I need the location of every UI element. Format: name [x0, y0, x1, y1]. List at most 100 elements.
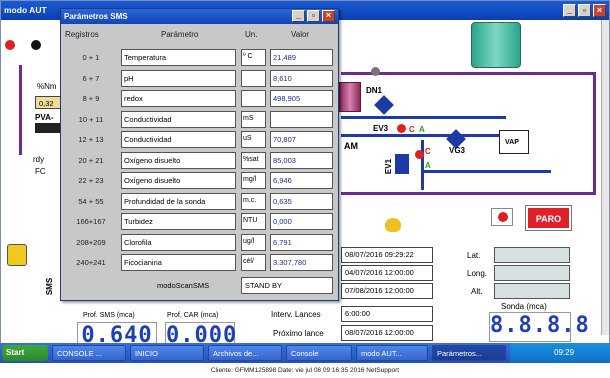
- row-registro: 166+167: [76, 217, 106, 226]
- pct-label: %Nm: [37, 82, 57, 91]
- tank-icon: [471, 22, 521, 68]
- paro-button[interactable]: PARO: [525, 205, 572, 231]
- ev3-led: [397, 124, 406, 133]
- row-value: 0,000: [270, 213, 333, 230]
- dialog-minimize-button[interactable]: _: [292, 10, 305, 22]
- parametros-sms-dialog: Parámetros SMS _ ▫ × Registros Parámetro…: [60, 8, 339, 301]
- long-label: Long.: [467, 269, 488, 278]
- row-unit: %sat: [241, 151, 266, 169]
- pipe-blue-4: [421, 170, 551, 173]
- lock-icon[interactable]: [7, 244, 27, 266]
- row-parametro: Conductividad: [121, 110, 236, 128]
- header-un: Un.: [245, 30, 258, 39]
- proximo-field: 08/07/2016 12:00:00: [341, 325, 433, 341]
- task-parametros[interactable]: Parámetros...: [432, 345, 506, 361]
- display-sonda: 8.8.8.8: [489, 312, 589, 342]
- row-registro: 54 + 55: [78, 196, 104, 206]
- interv-field: 6:00:00: [341, 306, 433, 322]
- row-value: 85,003: [270, 151, 333, 169]
- task-console-2[interactable]: Console: [286, 345, 352, 361]
- row-registro: 240+241: [76, 258, 106, 267]
- row-value: 8,610: [270, 69, 333, 87]
- row-registro: 20 + 21: [78, 155, 104, 165]
- ev3-indicator-c: C: [409, 125, 415, 134]
- header-valor: Valor: [291, 30, 310, 39]
- ev1-valve-icon[interactable]: [395, 154, 409, 174]
- start-button[interactable]: Start: [2, 345, 48, 361]
- pipe-blue-1: [341, 116, 506, 119]
- dialog-close-button[interactable]: ×: [322, 10, 335, 22]
- ev1-indicator-c: C: [425, 147, 431, 156]
- row-value: 3.307,780: [270, 254, 333, 271]
- ev3-indicator-a: A: [419, 125, 425, 134]
- date-field-1: 08/07/2016 09:29:22: [341, 247, 433, 263]
- status-led-red: [5, 40, 15, 50]
- row-value: [270, 110, 333, 128]
- row-unit: mg/l: [241, 172, 266, 189]
- row-unit: uS: [241, 131, 266, 148]
- pump-red-icon: [491, 208, 513, 226]
- header-registros: Registros: [65, 30, 99, 39]
- main-window-title: modo AUT: [4, 5, 47, 15]
- date-field-2: 04/07/2016 12:00:00: [341, 265, 433, 281]
- task-console-1[interactable]: CONSOLE ...: [52, 345, 126, 361]
- row-registro: 208+209: [76, 237, 106, 247]
- row-registro: 10 + 11: [78, 114, 104, 124]
- vertical-scrollbar[interactable]: [601, 20, 609, 335]
- row-value: 6,791: [270, 233, 333, 251]
- mode-label: modoScanSMS: [157, 281, 210, 290]
- mode-value: STAND BY: [241, 277, 333, 294]
- pipe-blue-2: [341, 134, 516, 137]
- row-registro: 12 + 13: [78, 135, 104, 144]
- row-unit: m.c.: [241, 192, 266, 210]
- ev3-label: EV3: [373, 124, 389, 133]
- lat-label: Lat.: [467, 251, 481, 260]
- dialog-maximize-button[interactable]: ▫: [307, 10, 320, 22]
- row-unit: cél/: [241, 254, 266, 271]
- sonda-label: Sonda (mca): [501, 302, 547, 311]
- task-label: modo AUT...: [361, 349, 402, 358]
- task-inicio[interactable]: INICIO: [130, 345, 204, 361]
- system-tray: 09:29: [510, 343, 610, 363]
- dn1-label: DN1: [366, 86, 383, 95]
- vap-label: VAP: [505, 139, 519, 146]
- row-value: 0,635: [270, 192, 333, 210]
- row-parametro: Oxígeno disuelto: [121, 172, 236, 189]
- row-parametro: pH: [121, 69, 236, 87]
- task-label: INICIO: [135, 349, 158, 358]
- start-label: Start: [6, 348, 25, 357]
- ev1-led: [415, 150, 424, 159]
- row-unit: º C: [241, 49, 266, 66]
- task-archivos[interactable]: Archivos de...: [208, 345, 282, 361]
- row-unit: mS: [241, 110, 266, 128]
- pva-pump-icon: [35, 123, 61, 133]
- pipe-blue-3: [421, 140, 424, 190]
- am-label: AM: [344, 141, 358, 151]
- vg3-label: VG3: [449, 146, 466, 155]
- prof-sms-label: Prof. SMS (mca): [83, 312, 135, 319]
- ev3-valve-icon[interactable]: [374, 95, 394, 115]
- row-value: 498,905: [270, 90, 333, 107]
- dialog-title-bar: Parámetros SMS _ ▫ ×: [61, 9, 338, 24]
- proximo-label: Próximo lance: [273, 329, 324, 338]
- close-button[interactable]: ×: [593, 4, 606, 17]
- row-unit: ug/l: [241, 233, 266, 251]
- row-value: 6,946: [270, 172, 333, 189]
- fc-label: FC: [35, 167, 46, 176]
- ev1-indicator-a: A: [425, 161, 431, 170]
- row-value: 21,489: [270, 49, 333, 66]
- minimize-button[interactable]: _: [563, 4, 576, 17]
- status-led-black: [31, 40, 41, 50]
- dialog-title: Parámetros SMS: [64, 12, 128, 21]
- pva-label: PVA-: [35, 113, 54, 122]
- row-unit: [241, 69, 266, 87]
- pipe-left: [19, 65, 22, 155]
- row-registro: 22 + 23: [78, 176, 104, 185]
- row-registro: 6 + 7: [82, 73, 100, 83]
- interv-label: Interv. Lances: [271, 310, 321, 319]
- vap-box[interactable]: VAP: [499, 130, 529, 154]
- task-modo-aut[interactable]: modo AUT...: [356, 345, 428, 361]
- row-parametro: Oxígeno disuelto: [121, 151, 236, 169]
- maximize-button[interactable]: ▫: [578, 4, 591, 17]
- pipe-right: [593, 72, 596, 192]
